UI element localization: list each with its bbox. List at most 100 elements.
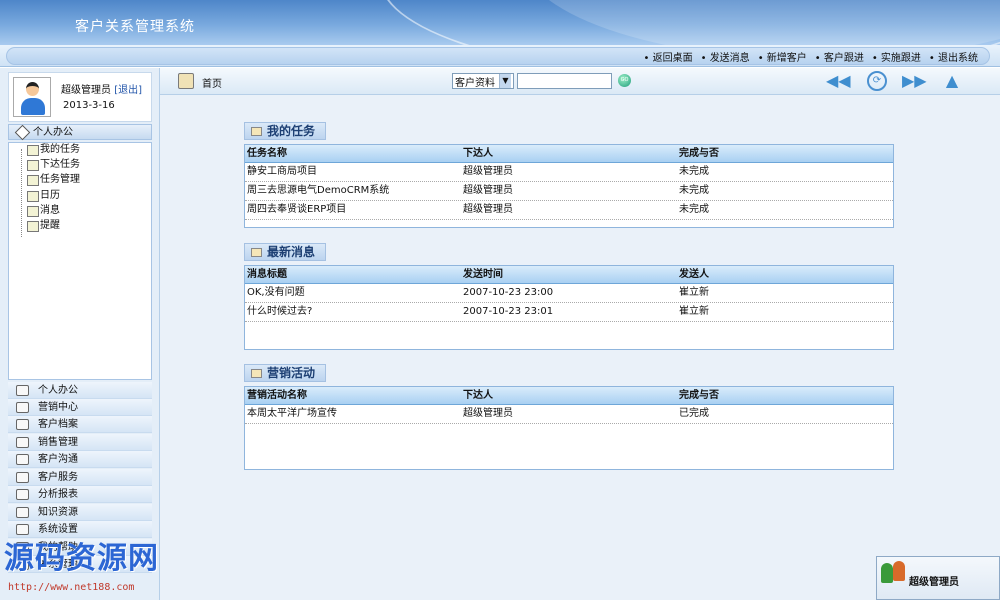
table-row[interactable]: 本周太平洋广场宣传 超级管理员 已完成	[245, 405, 893, 424]
implementation-followup-link[interactable]: 实施跟进	[872, 49, 921, 64]
nav-knowledge-resources[interactable]: 知识资源	[8, 504, 152, 521]
table-row[interactable]: OK,没有问题 2007-10-23 23:00 崔立新	[245, 284, 893, 303]
section-title-marketing-campaigns: 营销活动	[244, 364, 327, 382]
header-banner: 客户关系管理系统	[0, 0, 1000, 45]
content-toolbar: 首页 客户资料 ▼ GO ◀◀ ⟳ ▶▶ ▲	[160, 68, 1000, 95]
user-figure-orange	[893, 561, 905, 581]
section-title-my-tasks: 我的任务	[244, 122, 327, 140]
avatar-head	[26, 82, 39, 96]
customer-followup-link[interactable]: 客户跟进	[815, 49, 864, 64]
task-name[interactable]: 周四去奉贤谈ERP项目	[245, 201, 461, 219]
logout-link[interactable]: [退出]	[114, 85, 142, 96]
report-icon	[16, 489, 29, 500]
section-title-latest-messages: 最新消息	[244, 243, 327, 261]
sender: 崔立新	[679, 287, 709, 298]
campaign-name[interactable]: 本周太平洋广场宣传	[245, 405, 461, 423]
nav-personal-office[interactable]: 个人办公	[8, 382, 152, 399]
assigner: 超级管理员	[463, 204, 513, 215]
column-header: 任务名称	[247, 148, 287, 159]
sidebar: 超级管理员 [退出] 2013-3-16 个人办公 我的任务 下达任务 任务管理…	[0, 68, 160, 600]
messages-table: 消息标题 发送时间 发送人 OK,没有问题 2007-10-23 23:00 崔…	[244, 265, 894, 350]
column-header: 营销活动名称	[247, 390, 307, 401]
section-title-text: 我的任务	[267, 124, 316, 138]
table-header: 任务名称 下达人 完成与否	[245, 145, 893, 163]
tree-item-label: 日历	[40, 190, 60, 201]
go-button[interactable]: GO	[618, 74, 631, 87]
avatar-body	[21, 98, 45, 115]
exit-system-link[interactable]: 退出系统	[929, 49, 978, 64]
table-header: 营销活动名称 下达人 完成与否	[245, 387, 893, 405]
status: 已完成	[679, 408, 709, 419]
message-icon	[27, 205, 39, 217]
tree-item-calendar[interactable]: 日历	[27, 189, 60, 203]
folder-icon	[251, 369, 262, 378]
tasks-table: 任务名称 下达人 完成与否 静安工商局项目 超级管理员 未完成 周三去思源电气D…	[244, 144, 894, 228]
watermark-text: 源码资源网	[4, 541, 159, 576]
assigner: 超级管理员	[463, 166, 513, 177]
task-name[interactable]: 周三去思源电气DemoCRM系统	[245, 182, 461, 200]
online-user-name: 超级管理员	[909, 577, 959, 588]
table-row[interactable]: 什么时候过去? 2007-10-23 23:01 崔立新	[245, 303, 893, 322]
table-header: 消息标题 发送时间 发送人	[245, 266, 893, 284]
nav-customer-communication[interactable]: 客户沟通	[8, 451, 152, 468]
nav-sales-management[interactable]: 销售管理	[8, 434, 152, 451]
message-title[interactable]: OK,没有问题	[245, 284, 461, 302]
campaigns-table: 营销活动名称 下达人 完成与否 本周太平洋广场宣传 超级管理员 已完成	[244, 386, 894, 470]
nav-customer-service[interactable]: 客户服务	[8, 469, 152, 486]
column-header: 下达人	[463, 148, 493, 159]
online-user-panel[interactable]: 超级管理员	[876, 556, 1000, 600]
section-title-text: 营销活动	[267, 366, 316, 380]
table-row[interactable]: 周三去思源电气DemoCRM系统 超级管理员 未完成	[245, 182, 893, 201]
tree-item-label: 下达任务	[40, 159, 80, 170]
search-input[interactable]	[517, 73, 612, 89]
app-title: 客户关系管理系统	[75, 19, 195, 35]
task-icon	[27, 144, 39, 156]
breadcrumb-home[interactable]: 首页	[202, 75, 222, 90]
marketing-icon	[16, 402, 29, 413]
nav-label: 个人办公	[38, 385, 78, 396]
tree-view: 我的任务 下达任务 任务管理 日历 消息 提醒	[8, 142, 152, 380]
diamond-icon	[16, 385, 29, 396]
search-category-select[interactable]: 客户资料 ▼	[452, 73, 514, 89]
nav-marketing-center[interactable]: 营销中心	[8, 399, 152, 416]
message-title[interactable]: 什么时候过去?	[245, 303, 461, 321]
users-icon	[881, 561, 907, 585]
home-icon[interactable]	[178, 73, 194, 89]
column-header: 下达人	[463, 390, 493, 401]
refresh-icon[interactable]: ⟳	[867, 71, 887, 91]
calendar-icon	[27, 190, 39, 202]
folder-icon	[251, 127, 262, 136]
status: 未完成	[679, 166, 709, 177]
column-header: 发送人	[679, 269, 709, 280]
send-message-link[interactable]: 发送消息	[701, 49, 750, 64]
knowledge-icon	[16, 507, 29, 518]
avatar	[13, 77, 51, 117]
tree-item-reminders[interactable]: 提醒	[27, 219, 60, 233]
tree-item-assign-task[interactable]: 下达任务	[27, 158, 80, 172]
column-header: 完成与否	[679, 390, 719, 401]
table-row[interactable]: 静安工商局项目 超级管理员 未完成	[245, 163, 893, 182]
tree-item-task-management[interactable]: 任务管理	[27, 173, 80, 187]
back-to-desktop-link[interactable]: 返回桌面	[644, 49, 693, 64]
add-customer-link[interactable]: 新增客户	[758, 49, 807, 64]
tree-item-label: 消息	[40, 205, 60, 216]
nav-customer-archive[interactable]: 客户档案	[8, 416, 152, 433]
panel-header-personal-office[interactable]: 个人办公	[8, 124, 152, 141]
username-line: 超级管理员 [退出]	[61, 81, 142, 96]
nav-analysis-reports[interactable]: 分析报表	[8, 486, 152, 503]
archive-icon	[16, 419, 29, 430]
communication-icon	[16, 454, 29, 465]
manage-icon	[27, 174, 39, 186]
tree-item-label: 我的任务	[40, 144, 80, 155]
tree-item-my-tasks[interactable]: 我的任务	[27, 143, 80, 157]
sales-icon	[16, 437, 29, 448]
back-arrow-icon[interactable]: ◀◀	[826, 72, 851, 90]
forward-arrow-icon[interactable]: ▶▶	[902, 72, 927, 90]
task-name[interactable]: 静安工商局项目	[245, 163, 461, 181]
user-info-box: 超级管理员 [退出] 2013-3-16	[8, 72, 152, 122]
scroll-top-icon[interactable]: ▲	[940, 72, 964, 90]
nav-label: 知识资源	[38, 507, 78, 518]
table-row[interactable]: 周四去奉贤谈ERP项目 超级管理员 未完成	[245, 201, 893, 220]
nav-label: 客户沟通	[38, 454, 78, 465]
tree-item-messages[interactable]: 消息	[27, 204, 60, 218]
